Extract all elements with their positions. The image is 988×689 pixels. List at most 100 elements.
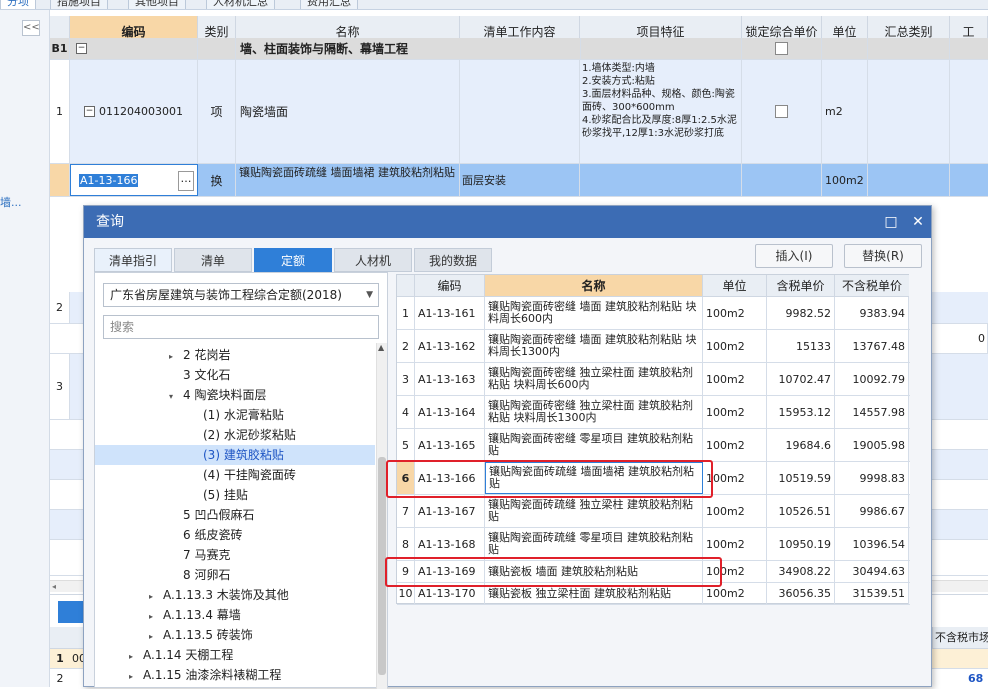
quota-name[interactable]: 镶贴陶瓷面砖疏缝 墙面墙裙 建筑胶粘剂粘贴	[236, 164, 460, 196]
tree-node-label: 5 凹凸假麻石	[183, 508, 255, 522]
table-row[interactable]: 1 −011204003001 项 陶瓷墙面 1.墙体类型:内墙 2.安装方式:…	[50, 60, 988, 164]
bill-work-content[interactable]	[460, 60, 580, 163]
row-number: 2	[50, 292, 70, 323]
header-notax-price[interactable]: 不含税单价	[835, 275, 909, 297]
tree-node[interactable]: ▸ A.1.13.4 幕墙	[95, 605, 375, 625]
tree-node[interactable]: 6 纸皮瓷砖	[95, 525, 375, 545]
quota-tree-panel: 广东省房屋建筑与装饰工程综合定额(2018) ▼ 搜索 ▸ 2 花岗岩 3 文化石 ▾ 4…	[94, 272, 388, 689]
tree-node[interactable]: (2) 水泥砂浆粘贴	[95, 425, 375, 445]
expand-arrow-icon[interactable]: ▸	[149, 627, 163, 647]
tree-node[interactable]: (3) 建筑胶粘贴	[95, 445, 375, 465]
table-row-selected[interactable]: A1-13-166 … 换 镶贴陶瓷面砖疏缝 墙面墙裙 建筑胶粘剂粘贴 面层安装…	[50, 164, 988, 197]
scroll-left-icon[interactable]: ◂	[52, 582, 56, 591]
quota-cell-unit: 100m2	[703, 495, 767, 527]
tree-node[interactable]: 8 河卵石	[95, 565, 375, 585]
quota-cell-tax: 34908.22	[767, 561, 835, 582]
table-row[interactable]: 3 A1-13-163 镶贴陶瓷面砖密缝 独立梁柱面 建筑胶粘剂粘贴 块料周长600…	[397, 363, 910, 396]
bill-feature[interactable]: 1.墙体类型:内墙 2.安装方式:粘贴 3.面层材料品种、规格、颜色:陶瓷面砖、…	[580, 60, 742, 163]
expand-arrow-icon[interactable]: ▸	[129, 647, 143, 667]
close-icon[interactable]: ✕	[908, 206, 928, 238]
quota-cell-name: 镶贴陶瓷面砖密缝 墙面 建筑胶粘剂粘贴 块料周长1300内	[485, 330, 703, 362]
collapse-button[interactable]: <<	[22, 20, 40, 36]
tree-node[interactable]: (5) 挂贴	[95, 485, 375, 505]
tree-node[interactable]: 5 凹凸假麻石	[95, 505, 375, 525]
maximize-icon[interactable]: □	[881, 206, 901, 238]
tab-measures[interactable]: 措施项目	[50, 0, 108, 9]
tree-node[interactable]: (4) 干挂陶瓷面砖	[95, 465, 375, 485]
collapse-icon[interactable]: −	[84, 106, 95, 117]
bottom-header-market-price[interactable]: 不含税市场	[932, 627, 988, 649]
tree-node-label: A.1.13.4 幕墙	[163, 608, 241, 622]
table-row[interactable]: 7 A1-13-167 镶贴陶瓷面砖疏缝 独立梁柱 建筑胶粘剂粘贴 100m2 1052…	[397, 495, 910, 528]
tab-bill[interactable]: 清单	[174, 248, 252, 272]
query-dialog: 查询 □ ✕ 清单指引 清单 定额 人材机 我的数据 插入(I) 替换(R) 广…	[83, 205, 932, 689]
tab-my-data[interactable]: 我的数据	[414, 248, 492, 272]
tree-node[interactable]: ▸ 2 花岗岩	[95, 345, 375, 365]
bill-unit: m2	[822, 60, 868, 163]
tree-node[interactable]: ▸ A.1.13.3 木装饰及其他	[95, 585, 375, 605]
lock-price-checkbox[interactable]	[775, 42, 788, 55]
quota-cell-tax: 36056.35	[767, 583, 835, 604]
quota-unit: 100m2	[822, 164, 868, 196]
quota-cell-code: A1-13-167	[415, 495, 485, 527]
quota-cell-n: 1	[397, 297, 415, 329]
tree-node-label: A.1.15 油漆涂料裱糊工程	[143, 668, 282, 682]
quota-cell-tax: 19684.6	[767, 429, 835, 461]
expanded-arrow-icon[interactable]: ▾	[169, 387, 183, 407]
quota-cell-notax: 13767.48	[835, 330, 909, 362]
collapse-icon[interactable]: −	[76, 43, 87, 54]
insert-button[interactable]: 插入(I)	[755, 244, 833, 268]
header-code[interactable]: 编码	[415, 275, 485, 297]
header-name[interactable]: 名称	[485, 275, 703, 297]
tab-fenxiang[interactable]: 分项	[0, 0, 36, 9]
tree-node[interactable]: (1) 水泥膏粘贴	[95, 405, 375, 425]
replace-button[interactable]: 替换(R)	[844, 244, 922, 268]
table-row[interactable]: B1 − 墙、柱面装饰与隔断、幕墙工程	[50, 38, 988, 60]
quota-work-content[interactable]: 面层安装	[460, 164, 580, 196]
lock-price-checkbox[interactable]	[775, 105, 788, 118]
table-row[interactable]: 1 A1-13-161 镶贴陶瓷面砖密缝 墙面 建筑胶粘剂粘贴 块料周长600内 10…	[397, 297, 910, 330]
quota-cell-notax: 9383.94	[835, 297, 909, 329]
header-unit[interactable]: 单位	[703, 275, 767, 297]
tab-cost-summary[interactable]: 费用汇总	[300, 0, 358, 9]
tab-resources[interactable]: 人材机	[334, 248, 412, 272]
tree-node[interactable]: 7 马赛克	[95, 545, 375, 565]
quota-code-input[interactable]: A1-13-166	[79, 173, 139, 187]
quota-table: 编码 名称 单位 含税单价 不含税单价 1 A1-13-161 镶贴陶瓷面砖密缝 墙…	[396, 274, 910, 605]
tree-node[interactable]: ▸ A.1.14 天棚工程	[95, 645, 375, 665]
tree-node-label: (3) 建筑胶粘贴	[203, 448, 284, 462]
tree-node[interactable]: ▾ 4 陶瓷块料面层	[95, 385, 375, 405]
quota-cell-name: 镶贴陶瓷面砖密缝 独立梁柱面 建筑胶粘剂粘贴 块料周长600内	[485, 363, 703, 395]
tab-other-items[interactable]: 其他项目	[128, 0, 186, 9]
bill-code[interactable]: 011204003001	[99, 105, 183, 118]
table-row[interactable]: 4 A1-13-164 镶贴陶瓷面砖密缝 独立梁柱面 建筑胶粘剂粘贴 块料周长130…	[397, 396, 910, 429]
search-input[interactable]: 搜索	[103, 315, 379, 339]
header-tax-price[interactable]: 含税单价	[767, 275, 835, 297]
quota-cell-unit: 100m2	[703, 396, 767, 428]
bill-name[interactable]: 陶瓷墙面	[236, 60, 460, 163]
tree-node[interactable]: ▸ A.1.15 油漆涂料裱糊工程	[95, 665, 375, 685]
quota-cell-notax: 14557.98	[835, 396, 909, 428]
row-number: 1	[50, 60, 70, 163]
left-nav-label[interactable]: 墙...	[0, 194, 22, 210]
table-row[interactable]: 5 A1-13-165 镶贴陶瓷面砖密缝 零星项目 建筑胶粘剂粘贴 100m2 1968…	[397, 429, 910, 462]
tree-node[interactable]: ▸ A.1.13.5 砖装饰	[95, 625, 375, 645]
expand-arrow-icon[interactable]: ▸	[149, 587, 163, 607]
quota-cell-tax: 10526.51	[767, 495, 835, 527]
scroll-up-icon[interactable]: ▲	[378, 343, 384, 352]
expand-arrow-icon[interactable]: ▸	[129, 667, 143, 687]
more-button[interactable]: …	[178, 171, 194, 191]
tree-scrollbar[interactable]: ▲	[376, 343, 387, 689]
expand-arrow-icon[interactable]: ▸	[169, 347, 183, 367]
tab-quota[interactable]: 定额	[254, 248, 332, 272]
tab-resource-summary[interactable]: 人材机汇总	[206, 0, 275, 9]
expand-arrow-icon[interactable]: ▸	[149, 607, 163, 627]
quota-cell-tax: 10702.47	[767, 363, 835, 395]
table-row[interactable]: 2 A1-13-162 镶贴陶瓷面砖密缝 墙面 建筑胶粘剂粘贴 块料周长1300内 1…	[397, 330, 910, 363]
tab-bill-guide[interactable]: 清单指引	[94, 248, 172, 272]
tree-node[interactable]: 3 文化石	[95, 365, 375, 385]
row-number: 2	[56, 672, 64, 685]
library-select[interactable]: 广东省房屋建筑与装饰工程综合定额(2018) ▼	[103, 283, 379, 307]
quota-cell-tax: 10519.59	[767, 462, 835, 494]
tree-node-label: 6 纸皮瓷砖	[183, 528, 243, 542]
